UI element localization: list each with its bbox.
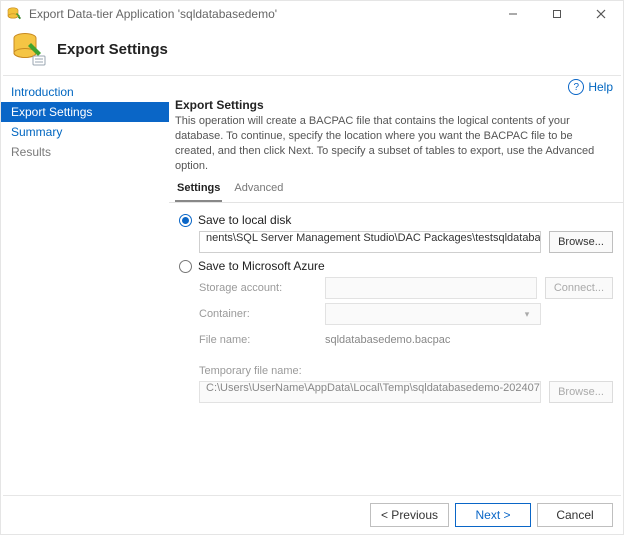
storage-account-label: Storage account: [199,282,317,294]
container-label: Container: [199,308,317,320]
radio-azure-label: Save to Microsoft Azure [198,259,325,273]
section-description: This operation will create a BACPAC file… [169,114,623,179]
previous-button[interactable]: < Previous [370,503,449,527]
cancel-button[interactable]: Cancel [537,503,613,527]
sidebar: Introduction Export Settings Summary Res… [1,76,169,495]
sidebar-item-introduction[interactable]: Introduction [1,82,169,102]
local-path-input[interactable]: nents\SQL Server Management Studio\DAC P… [199,231,541,253]
radio-azure-icon [179,260,192,273]
content: ? Help Export Settings This operation wi… [169,76,623,495]
header: Export Settings [1,27,623,75]
tab-settings[interactable]: Settings [175,179,222,202]
radio-local-disk-label: Save to local disk [198,213,291,227]
container-dropdown: ▾ [325,303,541,325]
sidebar-item-export-settings[interactable]: Export Settings [1,102,169,122]
radio-local-disk[interactable]: Save to local disk [179,213,613,227]
browse-temp-button: Browse... [549,381,613,403]
radio-azure[interactable]: Save to Microsoft Azure [179,259,613,273]
db-export-icon [11,31,47,67]
browse-local-button[interactable]: Browse... [549,231,613,253]
page-title: Export Settings [57,41,168,58]
radio-local-disk-icon [179,214,192,227]
sidebar-item-summary[interactable]: Summary [1,122,169,142]
help-link[interactable]: Help [588,80,613,94]
sidebar-item-results: Results [1,142,169,162]
close-button[interactable] [579,1,623,27]
tabs: Settings Advanced [169,179,623,203]
tab-advanced[interactable]: Advanced [232,179,285,202]
maximize-button[interactable] [535,1,579,27]
app-icon [7,6,23,22]
footer: < Previous Next > Cancel [1,496,623,534]
window: Export Data-tier Application 'sqldatabas… [0,0,624,535]
section-title: Export Settings [169,98,623,114]
temp-path-input: C:\Users\UserName\AppData\Local\Temp\sql… [199,381,541,403]
chevron-down-icon: ▾ [520,309,534,320]
filename-value: sqldatabasedemo.bacpac [325,329,541,351]
title-bar: Export Data-tier Application 'sqldatabas… [1,1,623,27]
next-button[interactable]: Next > [455,503,531,527]
settings-panel: Save to local disk nents\SQL Server Mana… [169,203,623,495]
help-icon[interactable]: ? [568,79,584,95]
storage-account-field [325,277,537,299]
connect-azure-button: Connect... [545,277,613,299]
minimize-button[interactable] [491,1,535,27]
window-title: Export Data-tier Application 'sqldatabas… [29,7,491,21]
filename-label: File name: [199,334,317,346]
temp-filename-label: Temporary file name: [199,365,302,377]
